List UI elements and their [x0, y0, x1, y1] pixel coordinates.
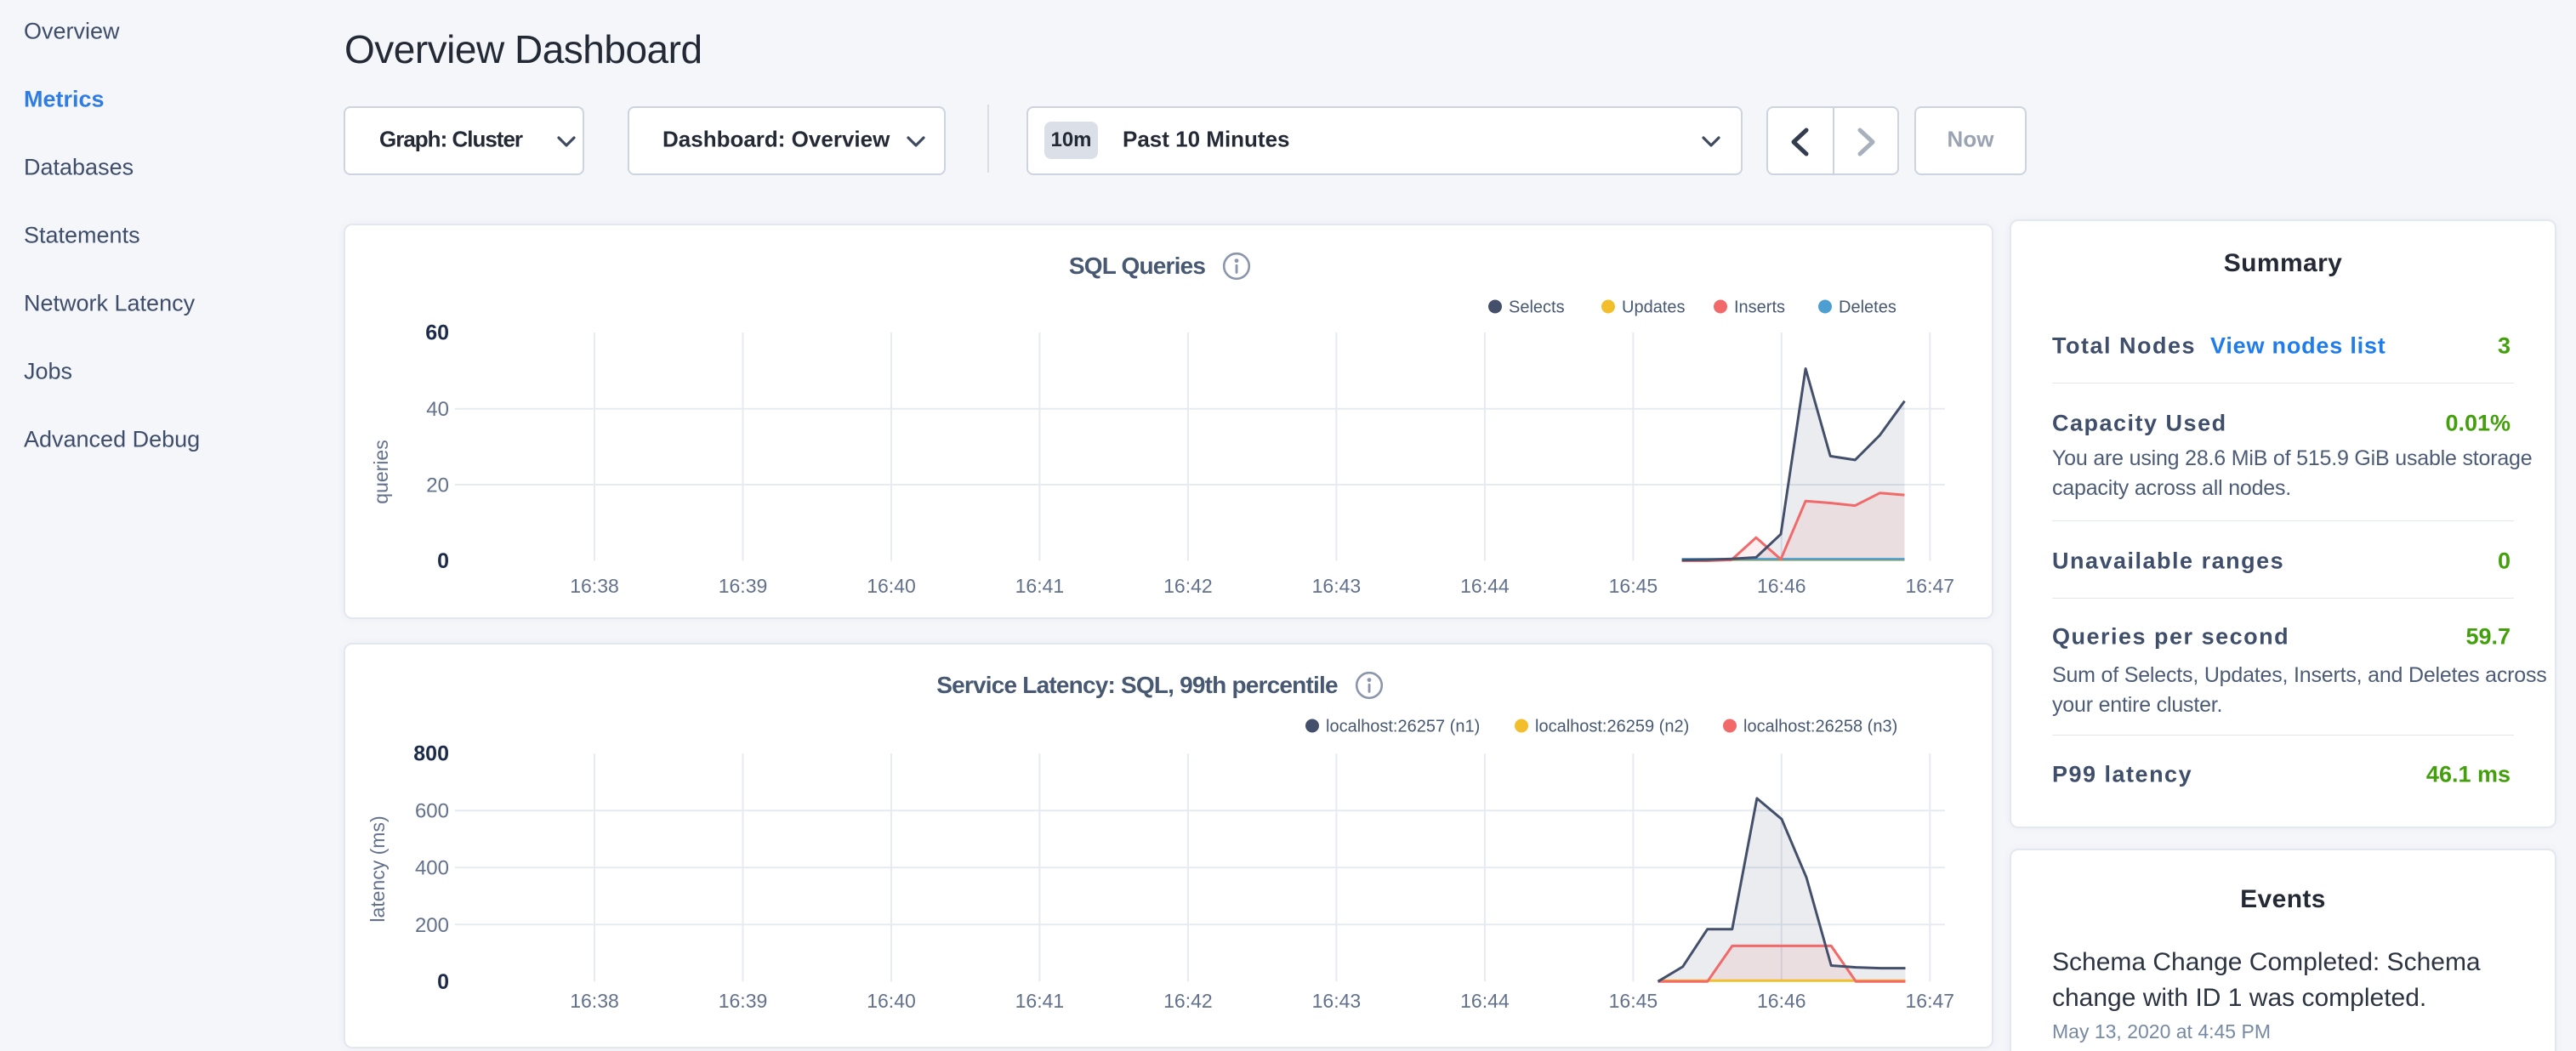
svg-text:20: 20	[426, 474, 449, 497]
svg-text:16:44: 16:44	[1460, 990, 1510, 1012]
svg-text:16:40: 16:40	[867, 575, 916, 597]
svg-text:16:38: 16:38	[570, 990, 619, 1012]
svg-text:16:42: 16:42	[1163, 575, 1213, 597]
svg-text:16:41: 16:41	[1015, 990, 1065, 1012]
svg-text:16:45: 16:45	[1609, 990, 1658, 1012]
svg-text:0: 0	[437, 970, 449, 994]
svg-text:16:39: 16:39	[719, 990, 768, 1012]
svg-text:16:43: 16:43	[1312, 990, 1362, 1012]
svg-text:16:47: 16:47	[1906, 990, 1955, 1012]
svg-text:latency (ms): latency (ms)	[367, 815, 389, 922]
svg-text:16:40: 16:40	[867, 990, 916, 1012]
svg-text:40: 40	[426, 398, 449, 421]
svg-text:16:46: 16:46	[1757, 990, 1806, 1012]
svg-text:600: 600	[415, 800, 449, 823]
svg-text:16:47: 16:47	[1906, 575, 1955, 597]
svg-text:queries: queries	[370, 440, 392, 503]
svg-text:16:46: 16:46	[1757, 575, 1806, 597]
svg-text:16:41: 16:41	[1015, 575, 1065, 597]
svg-text:16:43: 16:43	[1312, 575, 1362, 597]
svg-text:16:44: 16:44	[1460, 575, 1510, 597]
svg-text:0: 0	[437, 549, 449, 573]
svg-text:16:39: 16:39	[719, 575, 768, 597]
svg-text:400: 400	[415, 857, 449, 880]
svg-text:16:38: 16:38	[570, 575, 619, 597]
svg-text:16:45: 16:45	[1609, 575, 1658, 597]
svg-text:60: 60	[425, 321, 449, 345]
svg-text:16:42: 16:42	[1163, 990, 1213, 1012]
svg-text:800: 800	[413, 742, 449, 766]
svg-text:200: 200	[415, 914, 449, 937]
